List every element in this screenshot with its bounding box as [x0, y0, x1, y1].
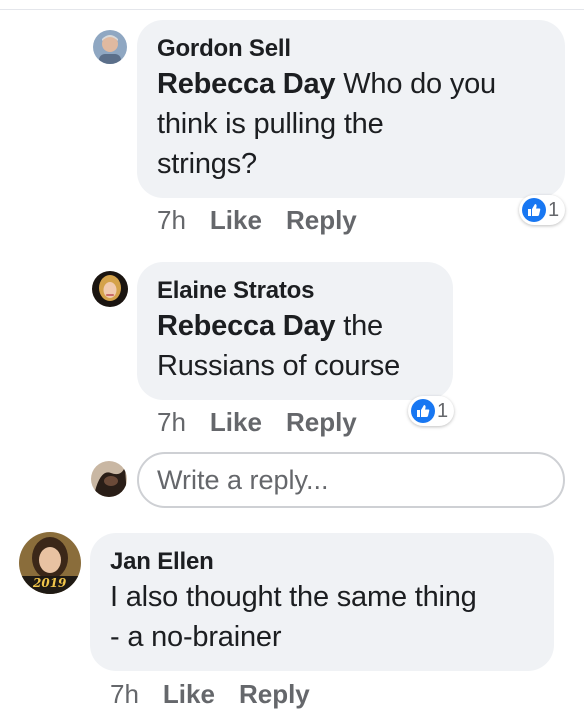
divider: [0, 9, 584, 10]
comment-author[interactable]: Jan Ellen: [110, 547, 534, 577]
mention-tag[interactable]: Rebecca Day: [157, 68, 336, 100]
comment-bubble: Elaine Stratos Rebecca Day the Russians …: [137, 262, 453, 400]
comment-text-part: Who do you: [335, 68, 496, 100]
reply-input-placeholder: Write a reply...: [157, 464, 329, 495]
current-user-avatar: [91, 461, 127, 497]
comment-actions: 7h Like Reply: [110, 679, 310, 710]
comment-text: Rebecca Day Who do you think is pulling …: [157, 64, 545, 184]
reply-button[interactable]: Reply: [239, 679, 310, 710]
reaction-count-badge[interactable]: 1: [408, 396, 455, 426]
avatar-jan-ellen[interactable]: 2019: [19, 532, 81, 594]
comment-actions: 7h Like Reply: [157, 205, 357, 236]
thumbs-up-icon: [522, 198, 546, 222]
comment-author[interactable]: Gordon Sell: [157, 34, 545, 64]
comment-text-part: Russians of course: [157, 350, 401, 382]
comment-text: Rebecca Day the Russians of course: [157, 306, 433, 386]
comment-timestamp[interactable]: 7h: [157, 205, 186, 236]
thumbs-up-icon: [411, 399, 435, 423]
reaction-count: 1: [548, 198, 560, 221]
comment-text-part: I also thought the same thing: [110, 581, 477, 613]
comment-text-part: - a no-brainer: [110, 621, 282, 653]
comment-author[interactable]: Elaine Stratos: [157, 276, 433, 306]
comment-bubble: Jan Ellen I also thought the same thing …: [90, 533, 554, 671]
comment-text-part: think is pulling the: [157, 108, 384, 140]
reply-button[interactable]: Reply: [286, 205, 357, 236]
like-button[interactable]: Like: [210, 205, 262, 236]
reply-button[interactable]: Reply: [286, 407, 357, 438]
comment-text-part: the: [335, 310, 383, 342]
comment-timestamp[interactable]: 7h: [157, 407, 186, 438]
comment-text-part: strings?: [157, 148, 257, 180]
avatar-elaine-stratos[interactable]: [92, 271, 128, 307]
avatar-year-badge: 2019: [33, 576, 67, 590]
comment-timestamp[interactable]: 7h: [110, 679, 139, 710]
mention-tag[interactable]: Rebecca Day: [157, 310, 336, 342]
avatar-gordon-sell[interactable]: [93, 30, 127, 64]
reply-input[interactable]: Write a reply...: [137, 452, 565, 508]
reaction-count-badge[interactable]: 1: [519, 195, 566, 225]
reaction-count: 1: [437, 399, 449, 422]
comment-text: I also thought the same thing - a no-bra…: [110, 577, 534, 657]
like-button[interactable]: Like: [210, 407, 262, 438]
like-button[interactable]: Like: [163, 679, 215, 710]
comment-actions: 7h Like Reply: [157, 407, 357, 438]
comment-bubble: Gordon Sell Rebecca Day Who do you think…: [137, 20, 565, 198]
